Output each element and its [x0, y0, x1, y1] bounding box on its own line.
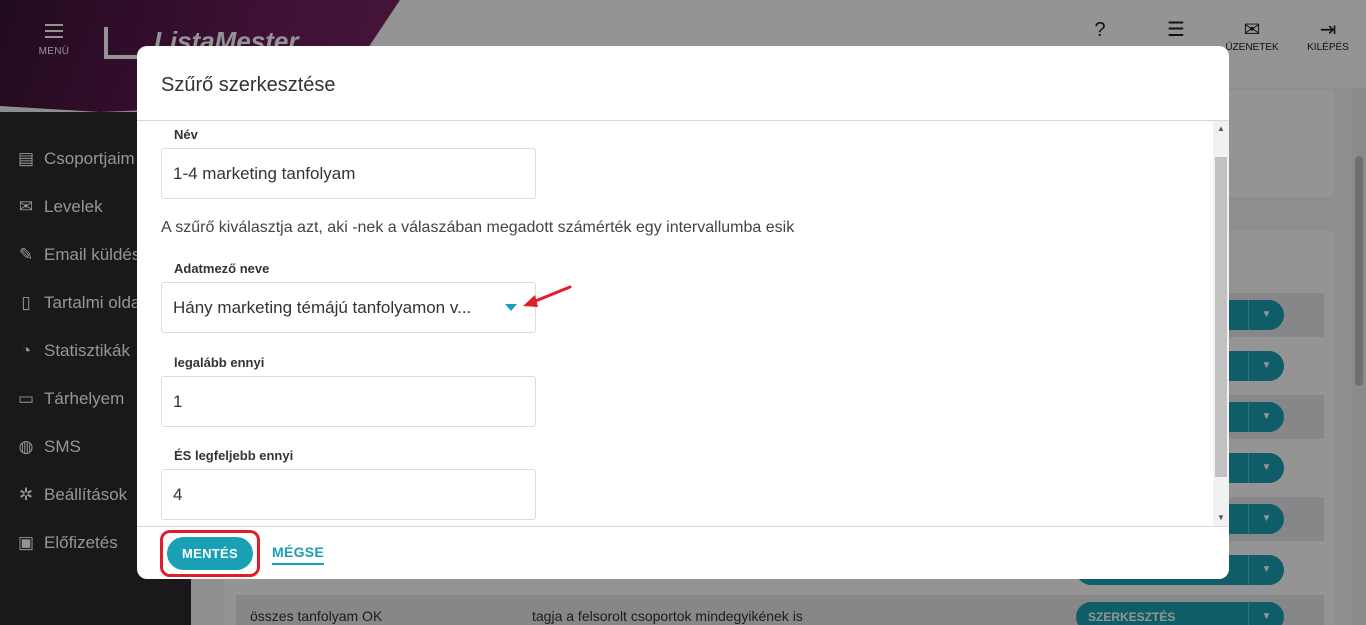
max-label: ÉS legfeljebb ennyi — [174, 448, 294, 463]
datafield-label: Adatmező neve — [174, 261, 270, 276]
dialog-body: Név 1-4 marketing tanfolyam A szűrő kivá… — [137, 121, 1213, 526]
filter-description: A szűrő kiválasztja azt, aki -nek a vála… — [161, 219, 795, 236]
name-label: Név — [174, 127, 198, 142]
dialog-header: Szűrő szerkesztése — [137, 46, 1229, 121]
dropdown-caret-icon[interactable] — [505, 304, 517, 311]
max-value-field[interactable]: 4 — [161, 469, 536, 520]
scroll-down-icon[interactable]: ▼ — [1213, 510, 1229, 526]
name-field[interactable]: 1-4 marketing tanfolyam — [161, 148, 536, 199]
min-value-field[interactable]: 1 — [161, 376, 536, 427]
dialog-scrollbar[interactable]: ▲ ▼ — [1213, 121, 1229, 526]
datafield-select[interactable]: Hány marketing témájú tanfolyamon v... — [161, 282, 536, 333]
annotation-arrow-icon — [523, 285, 572, 307]
cancel-button[interactable]: MÉGSE — [272, 544, 325, 565]
dialog-footer: MENTÉS MÉGSE — [137, 526, 1229, 579]
edit-filter-dialog: Szűrő szerkesztése Név 1-4 marketing tan… — [137, 46, 1229, 579]
min-label: legalább ennyi — [174, 355, 265, 370]
save-button[interactable]: MENTÉS — [167, 537, 253, 570]
dialog-title: Szűrő szerkesztése — [161, 74, 336, 96]
save-button-highlight: MENTÉS — [160, 530, 260, 577]
scroll-up-icon[interactable]: ▲ — [1213, 121, 1229, 137]
scrollbar-thumb[interactable] — [1215, 157, 1227, 477]
